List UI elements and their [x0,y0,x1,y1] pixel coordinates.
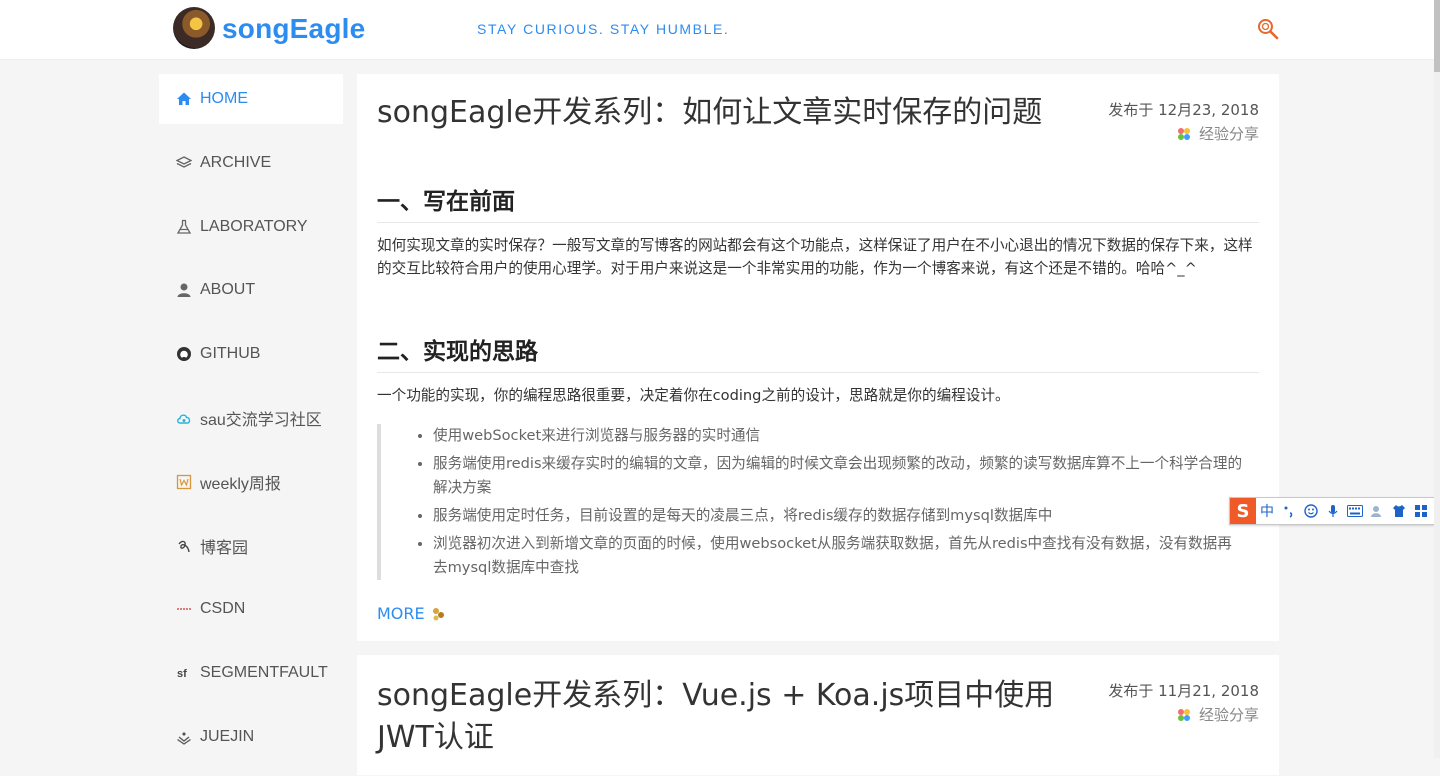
juejin-icon [175,728,193,746]
post-date: 发布于 11月21, 2018 [1108,682,1259,700]
csdn-icon [175,600,193,618]
sidebar-item-home[interactable]: HOME [159,74,343,124]
post-category[interactable]: 经验分享 [1108,703,1259,727]
sidebar-item-archive[interactable]: ARCHIVE [159,138,343,188]
post-card: songEagle开发系列：Vue.js + Koa.js项目中使用JWT认证 … [357,655,1279,775]
bullet-list: 使用webSocket来进行浏览器与服务器的实时通信 服务端使用redis来缓存… [413,424,1243,580]
skin-icon[interactable] [1388,504,1410,518]
sidebar-item-segmentfault[interactable]: sf SEGMENTFAULT [159,648,343,698]
user-icon [175,281,193,299]
ime-toolbar: S 中 [1229,497,1438,525]
post-category-label: 经验分享 [1198,706,1259,724]
weekly-icon [175,473,193,491]
list-item: 使用webSocket来进行浏览器与服务器的实时通信 [433,424,1243,448]
sidebar-item-label: 博客园 [200,539,249,557]
toolbox-icon[interactable] [1410,504,1432,518]
user-account-icon[interactable] [1366,504,1388,518]
post-date: 发布于 12月23, 2018 [1108,101,1259,119]
home-icon [175,90,193,108]
more-label: MORE [377,604,425,623]
sidebar-item-github[interactable]: GITHUB [159,329,343,379]
sidebar-item-label: GITHUB [200,345,261,363]
post-title[interactable]: songEagle开发系列：如何让文章实时保存的问题 [377,92,1097,134]
sidebar-item-laboratory[interactable]: LABORATORY [159,202,343,252]
list-item: 浏览器初次进入到新增文章的页面的时候，使用websocket从服务端获取数据，首… [433,532,1243,580]
scrollbar[interactable] [1434,0,1440,758]
layers-icon [175,154,193,172]
post-paragraph: 一个功能的实现，你的编程思路很重要，决定着你在coding之前的设计，思路就是你… [377,387,1010,404]
avatar[interactable] [173,7,215,49]
sidebar-item-label: ABOUT [200,281,256,299]
post-title[interactable]: songEagle开发系列：Vue.js + Koa.js项目中使用JWT认证 [377,675,1097,759]
category-icon [1177,128,1190,140]
search-icon[interactable] [1256,17,1280,41]
sidebar-nav: HOME ARCHIVE LABORATORY ABOUT GITHUB sau… [159,74,343,776]
sidebar-item-label: sau交流学习社区 [200,411,322,429]
cnblogs-icon [175,537,193,555]
sidebar-item-label: ARCHIVE [200,153,272,171]
cloud-icon [175,409,193,427]
keyboard-icon[interactable] [1344,505,1366,517]
sidebar-item-label: weekly周报 [200,475,281,493]
site-brand[interactable]: songEagle [222,13,365,45]
github-icon [175,345,193,363]
section-heading: 一、写在前面 [377,182,1259,223]
sidebar-item-label: JUEJIN [200,727,255,745]
flask-icon [175,218,193,236]
sidebar-item-juejin[interactable]: JUEJIN [159,712,343,762]
sidebar-item-weekly[interactable]: weekly周报 [159,457,343,507]
category-icon [1177,709,1190,721]
sidebar-item-about[interactable]: ABOUT [159,265,343,315]
sidebar-item-cnblogs[interactable]: 博客园 [159,521,343,571]
list-item: 服务端使用定时任务，目前设置的是每天的凌晨三点，将redis缓存的数据存储到my… [433,504,1243,528]
section-heading: 二、实现的思路 [377,332,1259,373]
post-card: songEagle开发系列：如何让文章实时保存的问题 发布于 12月23, 20… [357,74,1279,641]
site-motto: STAY CURIOUS. STAY HUMBLE. [477,21,730,37]
sidebar-item-csdn[interactable]: CSDN [159,584,343,634]
more-link[interactable]: MORE [377,604,445,623]
ime-mode-toggle[interactable]: 中 [1256,501,1278,521]
segmentfault-icon: sf [175,664,193,682]
emoji-icon[interactable] [1300,504,1322,518]
sidebar-item-label: HOME [200,90,248,107]
scrollbar-thumb[interactable] [1434,0,1440,72]
top-header: songEagle STAY CURIOUS. STAY HUMBLE. [0,0,1440,60]
sidebar-item-sau-community[interactable]: sau交流学习社区 [159,393,343,443]
svg-text:sf: sf [177,668,187,680]
post-category-label: 经验分享 [1198,125,1259,143]
sidebar-item-label: SEGMENTFAULT [200,664,328,682]
punctuation-icon[interactable] [1278,504,1300,518]
more-icon [432,607,444,620]
sogou-logo-icon[interactable]: S [1230,498,1256,524]
microphone-icon[interactable] [1322,504,1344,518]
post-category[interactable]: 经验分享 [1108,122,1259,146]
list-item: 服务端使用redis来缓存实时的编辑的文章，因为编辑的时候文章会出现频繁的改动，… [433,452,1243,500]
blockquote: 使用webSocket来进行浏览器与服务器的实时通信 服务端使用redis来缓存… [377,424,1243,580]
post-paragraph: 如何实现文章的实时保存？一般写文章的写博客的网站都会有这个功能点，这样保证了用户… [377,237,1253,277]
post-meta: 发布于 11月21, 2018 经验分享 [1108,679,1259,727]
sidebar-item-label: LABORATORY [200,217,308,235]
post-meta: 发布于 12月23, 2018 经验分享 [1108,98,1259,146]
sidebar-item-label: CSDN [200,600,246,618]
